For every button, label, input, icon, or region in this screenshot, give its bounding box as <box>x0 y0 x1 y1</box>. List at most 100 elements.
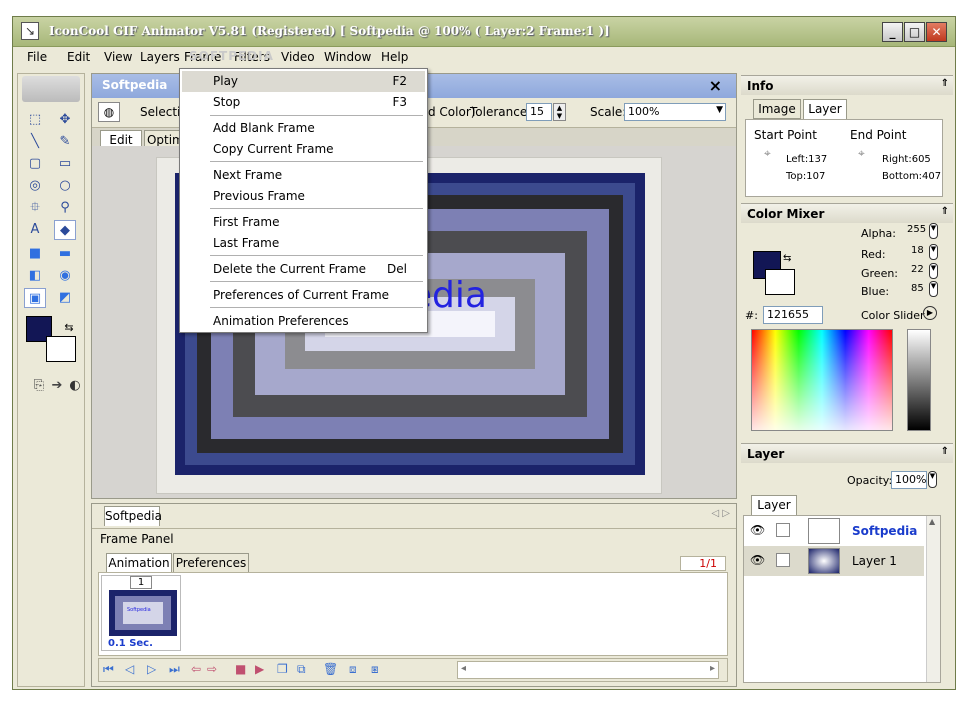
move-frame-left-icon[interactable]: ⇦ <box>191 662 201 676</box>
move-frame-right-icon[interactable]: ⇨ <box>207 662 217 676</box>
play-icon[interactable]: ▶ <box>255 662 264 676</box>
stop-icon[interactable]: ■ <box>235 662 246 676</box>
copy-frame-icon[interactable]: ⧉ <box>297 662 306 677</box>
menu-help[interactable]: Help <box>381 50 408 64</box>
layer-link-checkbox[interactable] <box>776 523 790 537</box>
green-slider[interactable]: ▼ <box>929 263 938 279</box>
tab-animation[interactable]: Animation <box>106 553 172 573</box>
move-tool-icon[interactable]: ✥ <box>54 110 76 130</box>
menu-video[interactable]: Video <box>281 50 315 64</box>
menu-item-add-blank-frame[interactable]: Add Blank Frame <box>182 118 425 139</box>
tab-layer-list[interactable]: Layer <box>751 495 797 515</box>
menu-edit[interactable]: Edit <box>67 50 90 64</box>
collapse-icon[interactable]: ⇑ <box>941 78 949 89</box>
menu-item-delete-current-frame[interactable]: Delete the Current Frame Del <box>182 259 425 280</box>
delete-frame-icon[interactable]: 🗑 <box>323 662 338 676</box>
ellipse-outline-icon[interactable]: ◎ <box>24 176 46 196</box>
line-tool-icon[interactable]: ╲ <box>24 132 46 152</box>
brush-tool-icon[interactable]: ✎ <box>54 132 76 152</box>
selection-mode-icon[interactable]: ◍ <box>98 102 120 122</box>
frame-cell[interactable]: 1 Softpedia 0.1 Sec. <box>101 575 181 651</box>
red-slider[interactable]: ▼ <box>929 244 938 260</box>
export-icon[interactable]: ◐ <box>64 376 86 396</box>
tab-scroll-arrows-icon[interactable]: ◁ ▷ <box>711 508 730 519</box>
linear-gradient-icon[interactable]: ◧ <box>24 266 46 286</box>
tab-preferences[interactable]: Preferences <box>173 553 249 573</box>
tab-image[interactable]: Image <box>753 99 801 119</box>
layer-row[interactable]: 👁 Layer 1 <box>744 546 924 576</box>
menu-file[interactable]: File <box>27 50 47 64</box>
info-box: Start Point End Point ⌖ ⌖ Left:137 Top:1… <box>745 119 943 197</box>
next-frame-icon[interactable]: ▷ <box>147 662 156 676</box>
menu-item-preferences-current-frame[interactable]: Preferences of Current Frame <box>182 285 425 306</box>
rect-gradient-icon[interactable]: ▣ <box>24 288 46 308</box>
rect-outline-icon[interactable]: ▢ <box>24 154 46 174</box>
alpha-slider[interactable]: ▼ <box>929 223 938 239</box>
title-bar: ↘ IconCool GIF Animator V5.81 (Registere… <box>13 17 955 47</box>
menu-item-label: Last Frame <box>213 236 280 250</box>
ellipse-tool-icon[interactable]: ○ <box>54 176 76 196</box>
menu-item-previous-frame[interactable]: Previous Frame <box>182 186 425 207</box>
fill-solid-icon[interactable]: ■ <box>24 244 46 264</box>
menu-item-stop[interactable]: Stop F3 <box>182 92 425 113</box>
scroll-left-icon[interactable]: ◂ <box>461 663 466 674</box>
blue-slider[interactable]: ▼ <box>929 281 938 297</box>
marquee-tool-icon[interactable]: ⬚ <box>24 110 46 130</box>
tween-icon[interactable]: ⧈ <box>349 662 357 677</box>
menu-item-animation-preferences[interactable]: Animation Preferences <box>182 311 425 332</box>
stamp-tool-icon[interactable]: ⯐ <box>24 198 46 218</box>
minimize-button[interactable]: _ <box>882 22 903 42</box>
scroll-up-icon[interactable]: ▲ <box>929 517 935 526</box>
eyedropper-icon[interactable]: ⚲ <box>54 198 76 218</box>
tolerance-spinner[interactable]: ▲ ▼ <box>553 103 566 121</box>
layer-scrollbar[interactable]: ▲ <box>926 516 940 682</box>
layer-row[interactable]: 👁 Softpedia <box>744 516 924 546</box>
menu-item-copy-current-frame[interactable]: Copy Current Frame <box>182 139 425 160</box>
menu-view[interactable]: View <box>104 50 132 64</box>
color-slider-menu-icon[interactable]: ▶ <box>923 306 937 320</box>
rect-tool-icon[interactable]: ▭ <box>54 154 76 174</box>
doc-tab-softpedia[interactable]: Softpedia <box>104 506 162 526</box>
scale-select[interactable]: 100% ▼ <box>624 103 726 121</box>
menu-item-last-frame[interactable]: Last Frame <box>182 233 425 254</box>
fill-tool-icon[interactable]: ◆ <box>54 220 76 240</box>
last-frame-icon[interactable]: ⏭ <box>169 662 180 677</box>
reverse-frames-icon[interactable]: ⧆ <box>371 662 379 677</box>
menu-item-next-frame[interactable]: Next Frame <box>182 165 425 186</box>
eye-icon[interactable]: 👁 <box>750 553 765 567</box>
swap-colors-icon[interactable]: ⇆ <box>58 318 80 338</box>
swap-colors-icon[interactable]: ⇆ <box>783 253 791 264</box>
start-crosshair-icon: ⌖ <box>764 146 771 160</box>
menu-layers[interactable]: Layers <box>140 50 180 64</box>
color-spectrum[interactable] <box>751 329 893 431</box>
tab-layer[interactable]: Layer <box>803 99 847 119</box>
prev-frame-icon[interactable]: ◁ <box>125 662 134 676</box>
menu-item-play[interactable]: Play F2 <box>182 71 425 92</box>
scroll-right-icon[interactable]: ▸ <box>710 663 715 674</box>
menu-item-first-frame[interactable]: First Frame <box>182 212 425 233</box>
menu-item-label: Animation Preferences <box>213 314 349 328</box>
tolerance-input[interactable]: 15 <box>526 103 552 121</box>
layer-link-checkbox[interactable] <box>776 553 790 567</box>
close-button[interactable]: ✕ <box>926 22 947 42</box>
background-color-swatch[interactable] <box>46 336 76 362</box>
opacity-slider[interactable]: ▼ <box>928 471 937 488</box>
add-frame-icon[interactable]: ❐ <box>277 662 288 676</box>
hex-input[interactable]: 121655 <box>763 306 823 324</box>
frames-scrollbar[interactable]: ◂ ▸ <box>457 661 719 679</box>
mixer-bg-swatch[interactable] <box>765 269 795 295</box>
fill-gradient-icon[interactable]: ▬ <box>54 244 76 264</box>
radial-gradient-icon[interactable]: ◉ <box>54 266 76 286</box>
brightness-slider[interactable] <box>907 329 931 431</box>
opacity-input[interactable]: 100% <box>891 471 927 489</box>
collapse-icon[interactable]: ⇑ <box>941 446 949 457</box>
document-close-icon[interactable]: × <box>709 76 722 95</box>
menu-window[interactable]: Window <box>324 50 371 64</box>
maximize-button[interactable]: □ <box>904 22 925 42</box>
first-frame-icon[interactable]: ⏮ <box>103 662 114 677</box>
text-tool-icon[interactable]: A <box>24 220 46 240</box>
eye-icon[interactable]: 👁 <box>750 523 765 537</box>
diamond-gradient-icon[interactable]: ◩ <box>54 288 76 308</box>
collapse-icon[interactable]: ⇑ <box>941 206 949 217</box>
frame-delay[interactable]: 0.1 Sec. <box>108 638 153 649</box>
